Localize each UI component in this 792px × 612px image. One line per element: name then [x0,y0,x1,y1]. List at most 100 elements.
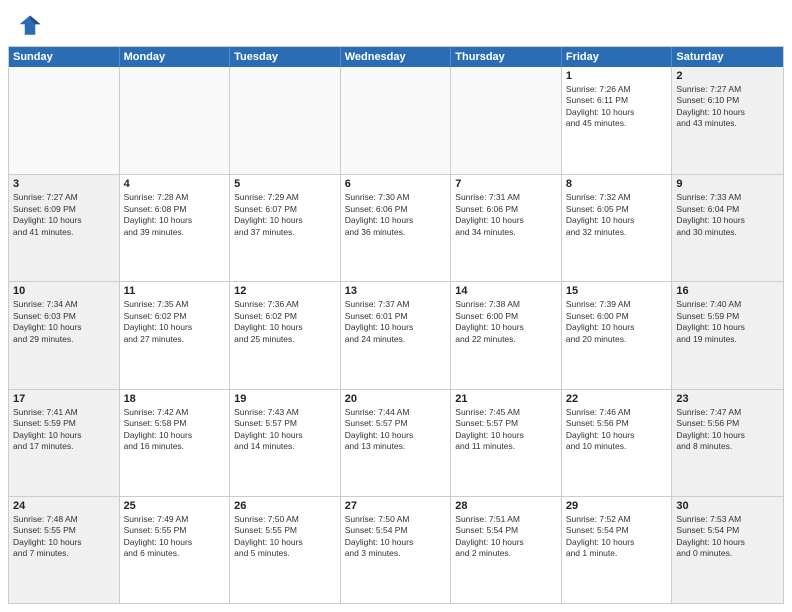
calendar-cell [9,67,120,174]
day-info: Sunrise: 7:36 AM Sunset: 6:02 PM Dayligh… [234,299,336,345]
calendar-row-2: 10 Sunrise: 7:34 AM Sunset: 6:03 PM Dayli… [9,281,783,388]
calendar-cell [230,67,341,174]
calendar-cell: 22 Sunrise: 7:46 AM Sunset: 5:56 PM Dayli… [562,390,673,496]
day-number: 15 [566,285,668,297]
calendar-cell: 13 Sunrise: 7:37 AM Sunset: 6:01 PM Dayli… [341,282,452,388]
day-info: Sunrise: 7:53 AM Sunset: 5:54 PM Dayligh… [676,514,779,560]
calendar-cell [451,67,562,174]
calendar-header: SundayMondayTuesdayWednesdayThursdayFrid… [9,47,783,67]
logo-icon [16,12,44,40]
calendar-cell [341,67,452,174]
calendar-row-3: 17 Sunrise: 7:41 AM Sunset: 5:59 PM Dayli… [9,389,783,496]
day-info: Sunrise: 7:35 AM Sunset: 6:02 PM Dayligh… [124,299,226,345]
calendar-cell: 12 Sunrise: 7:36 AM Sunset: 6:02 PM Dayli… [230,282,341,388]
day-number: 30 [676,500,779,512]
day-info: Sunrise: 7:37 AM Sunset: 6:01 PM Dayligh… [345,299,447,345]
day-info: Sunrise: 7:41 AM Sunset: 5:59 PM Dayligh… [13,407,115,453]
day-number: 6 [345,178,447,190]
day-number: 25 [124,500,226,512]
calendar-cell: 5 Sunrise: 7:29 AM Sunset: 6:07 PM Daylig… [230,175,341,281]
calendar-cell: 1 Sunrise: 7:26 AM Sunset: 6:11 PM Daylig… [562,67,673,174]
day-info: Sunrise: 7:52 AM Sunset: 5:54 PM Dayligh… [566,514,668,560]
day-number: 1 [566,70,668,82]
logo [16,12,48,40]
day-number: 18 [124,393,226,405]
day-info: Sunrise: 7:38 AM Sunset: 6:00 PM Dayligh… [455,299,557,345]
day-number: 17 [13,393,115,405]
calendar-row-1: 3 Sunrise: 7:27 AM Sunset: 6:09 PM Daylig… [9,174,783,281]
calendar-cell: 4Sunrise: 7:28 AM Sunset: 6:08 PM Daylig… [120,175,231,281]
day-number: 12 [234,285,336,297]
day-info: Sunrise: 7:43 AM Sunset: 5:57 PM Dayligh… [234,407,336,453]
calendar-cell [120,67,231,174]
calendar-cell: 16Sunrise: 7:40 AM Sunset: 5:59 PM Dayli… [672,282,783,388]
day-number: 3 [13,178,115,190]
day-number: 29 [566,500,668,512]
day-info: Sunrise: 7:26 AM Sunset: 6:11 PM Dayligh… [566,84,668,130]
weekday-header-monday: Monday [120,47,231,67]
day-number: 5 [234,178,336,190]
day-number: 19 [234,393,336,405]
calendar-cell: 21 Sunrise: 7:45 AM Sunset: 5:57 PM Dayli… [451,390,562,496]
calendar-cell: 9 Sunrise: 7:33 AM Sunset: 6:04 PM Daylig… [672,175,783,281]
day-number: 24 [13,500,115,512]
day-number: 22 [566,393,668,405]
weekday-header-sunday: Sunday [9,47,120,67]
day-info: Sunrise: 7:29 AM Sunset: 6:07 PM Dayligh… [234,192,336,238]
calendar-row-0: 1 Sunrise: 7:26 AM Sunset: 6:11 PM Daylig… [9,67,783,174]
day-number: 21 [455,393,557,405]
calendar-cell: 15Sunrise: 7:39 AM Sunset: 6:00 PM Dayli… [562,282,673,388]
calendar-cell: 18 Sunrise: 7:42 AM Sunset: 5:58 PM Dayli… [120,390,231,496]
calendar-cell: 11 Sunrise: 7:35 AM Sunset: 6:02 PM Dayli… [120,282,231,388]
day-info: Sunrise: 7:27 AM Sunset: 6:09 PM Dayligh… [13,192,115,238]
day-info: Sunrise: 7:50 AM Sunset: 5:55 PM Dayligh… [234,514,336,560]
calendar-cell: 24 Sunrise: 7:48 AM Sunset: 5:55 PM Dayli… [9,497,120,603]
calendar-cell: 29 Sunrise: 7:52 AM Sunset: 5:54 PM Dayli… [562,497,673,603]
day-info: Sunrise: 7:33 AM Sunset: 6:04 PM Dayligh… [676,192,779,238]
day-number: 20 [345,393,447,405]
calendar-cell: 20 Sunrise: 7:44 AM Sunset: 5:57 PM Dayli… [341,390,452,496]
calendar-row-4: 24 Sunrise: 7:48 AM Sunset: 5:55 PM Dayli… [9,496,783,603]
calendar-cell: 8Sunrise: 7:32 AM Sunset: 6:05 PM Daylig… [562,175,673,281]
calendar-cell: 30 Sunrise: 7:53 AM Sunset: 5:54 PM Dayli… [672,497,783,603]
day-number: 9 [676,178,779,190]
day-number: 26 [234,500,336,512]
calendar-cell: 14 Sunrise: 7:38 AM Sunset: 6:00 PM Dayli… [451,282,562,388]
day-info: Sunrise: 7:44 AM Sunset: 5:57 PM Dayligh… [345,407,447,453]
day-info: Sunrise: 7:34 AM Sunset: 6:03 PM Dayligh… [13,299,115,345]
calendar-cell: 3 Sunrise: 7:27 AM Sunset: 6:09 PM Daylig… [9,175,120,281]
day-number: 4 [124,178,226,190]
day-info: Sunrise: 7:49 AM Sunset: 5:55 PM Dayligh… [124,514,226,560]
weekday-header-thursday: Thursday [451,47,562,67]
day-info: Sunrise: 7:46 AM Sunset: 5:56 PM Dayligh… [566,407,668,453]
calendar-cell: 6 Sunrise: 7:30 AM Sunset: 6:06 PM Daylig… [341,175,452,281]
day-info: Sunrise: 7:45 AM Sunset: 5:57 PM Dayligh… [455,407,557,453]
day-number: 10 [13,285,115,297]
calendar-cell: 17 Sunrise: 7:41 AM Sunset: 5:59 PM Dayli… [9,390,120,496]
calendar-cell: 7Sunrise: 7:31 AM Sunset: 6:06 PM Daylig… [451,175,562,281]
day-number: 16 [676,285,779,297]
day-number: 28 [455,500,557,512]
day-number: 11 [124,285,226,297]
weekday-header-saturday: Saturday [672,47,783,67]
calendar-cell: 27 Sunrise: 7:50 AM Sunset: 5:54 PM Dayli… [341,497,452,603]
header [0,0,792,46]
day-number: 14 [455,285,557,297]
day-info: Sunrise: 7:50 AM Sunset: 5:54 PM Dayligh… [345,514,447,560]
weekday-header-wednesday: Wednesday [341,47,452,67]
day-number: 27 [345,500,447,512]
calendar-cell: 28 Sunrise: 7:51 AM Sunset: 5:54 PM Dayli… [451,497,562,603]
day-info: Sunrise: 7:42 AM Sunset: 5:58 PM Dayligh… [124,407,226,453]
calendar-cell: 26 Sunrise: 7:50 AM Sunset: 5:55 PM Dayli… [230,497,341,603]
day-number: 13 [345,285,447,297]
page: SundayMondayTuesdayWednesdayThursdayFrid… [0,0,792,612]
day-info: Sunrise: 7:27 AM Sunset: 6:10 PM Dayligh… [676,84,779,130]
weekday-header-friday: Friday [562,47,673,67]
calendar: SundayMondayTuesdayWednesdayThursdayFrid… [8,46,784,604]
day-info: Sunrise: 7:51 AM Sunset: 5:54 PM Dayligh… [455,514,557,560]
day-info: Sunrise: 7:30 AM Sunset: 6:06 PM Dayligh… [345,192,447,238]
day-info: Sunrise: 7:31 AM Sunset: 6:06 PM Dayligh… [455,192,557,238]
calendar-cell: 25 Sunrise: 7:49 AM Sunset: 5:55 PM Dayli… [120,497,231,603]
day-number: 23 [676,393,779,405]
day-info: Sunrise: 7:48 AM Sunset: 5:55 PM Dayligh… [13,514,115,560]
